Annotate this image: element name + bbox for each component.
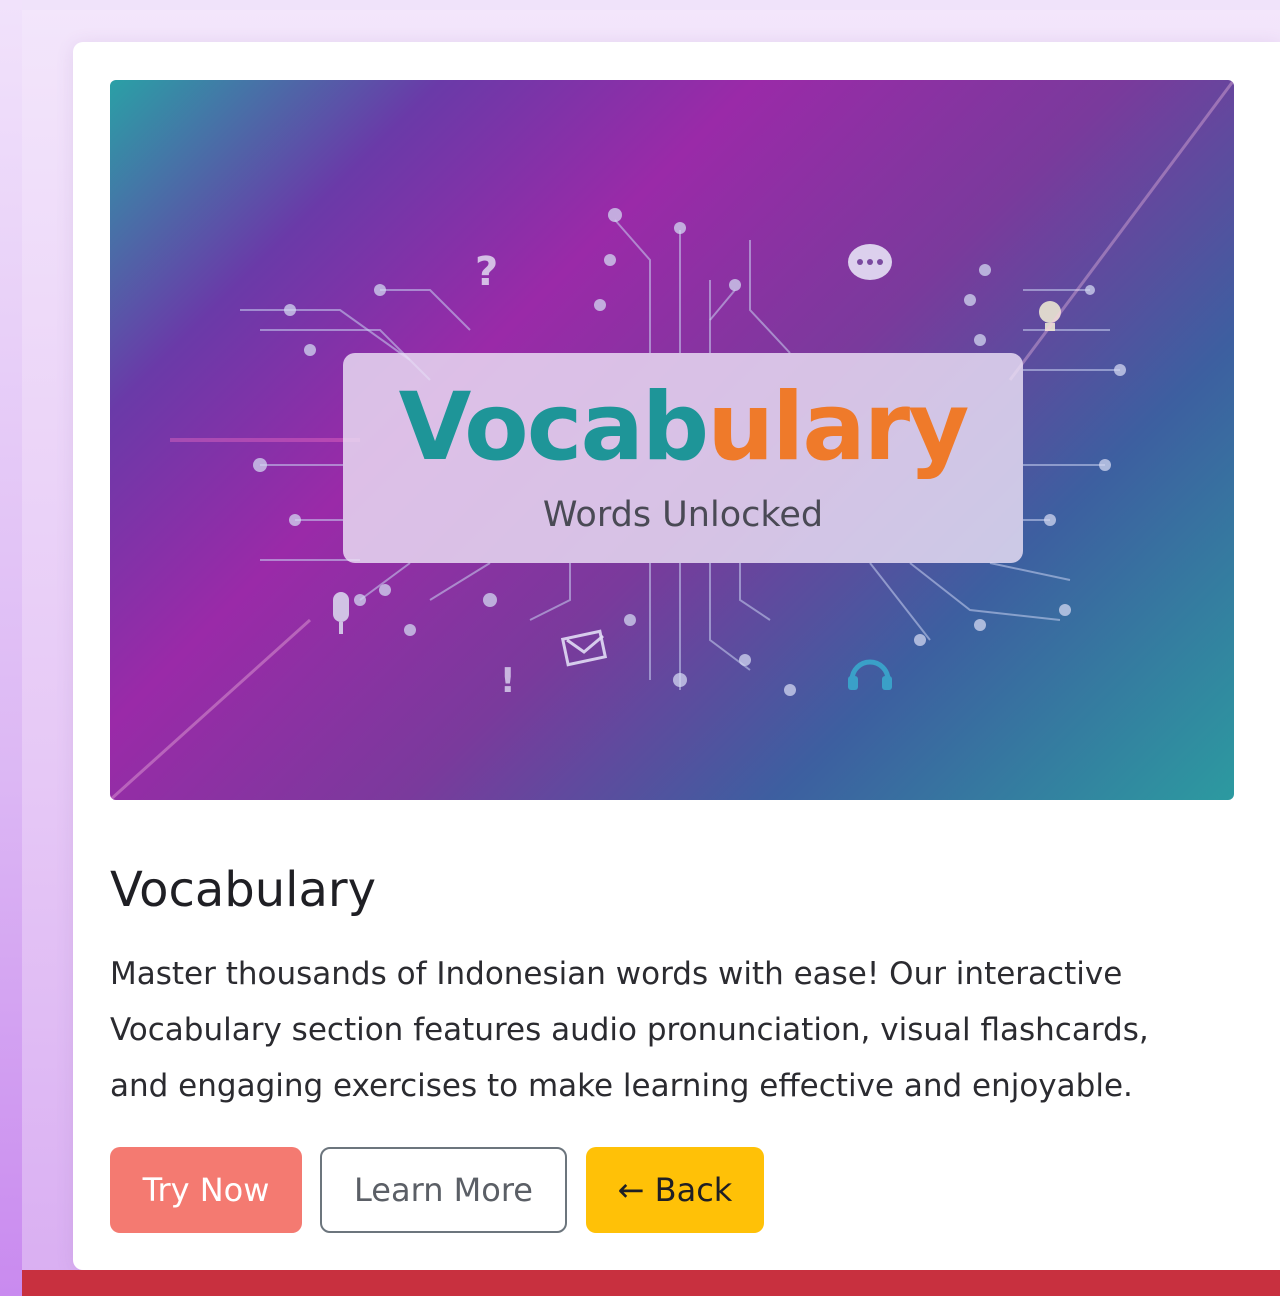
vocabulary-hero-image: ? ! Vocabulary Words Unlocked xyxy=(110,80,1234,800)
hero-title-part2: ulary xyxy=(707,373,969,482)
exclamation-icon: ! xyxy=(500,661,516,701)
card-description: Master thousands of Indonesian words wit… xyxy=(110,956,1149,1104)
back-button[interactable]: ← Back xyxy=(586,1147,764,1233)
envelope-icon xyxy=(560,629,608,667)
question-icon: ? xyxy=(475,249,498,295)
hero-title: Vocabulary xyxy=(343,373,1023,483)
microphone-icon xyxy=(333,592,349,634)
top-background-strip xyxy=(0,0,1280,10)
footer-bar xyxy=(22,1270,1280,1296)
headphones-icon xyxy=(848,659,892,690)
chat-bubble-icon xyxy=(848,244,892,280)
hero-subtitle: Words Unlocked xyxy=(542,495,824,535)
svg-text:?: ? xyxy=(475,249,498,295)
card-title: Vocabulary xyxy=(110,862,377,918)
hero-title-part1: Vocab xyxy=(398,373,710,482)
try-now-button[interactable]: Try Now xyxy=(110,1147,302,1233)
left-background-strip xyxy=(0,0,22,1296)
svg-text:!: ! xyxy=(500,661,516,701)
hero-label-panel: Vocabulary Words Unlocked xyxy=(343,353,1023,563)
learn-more-button[interactable]: Learn More xyxy=(320,1147,567,1233)
